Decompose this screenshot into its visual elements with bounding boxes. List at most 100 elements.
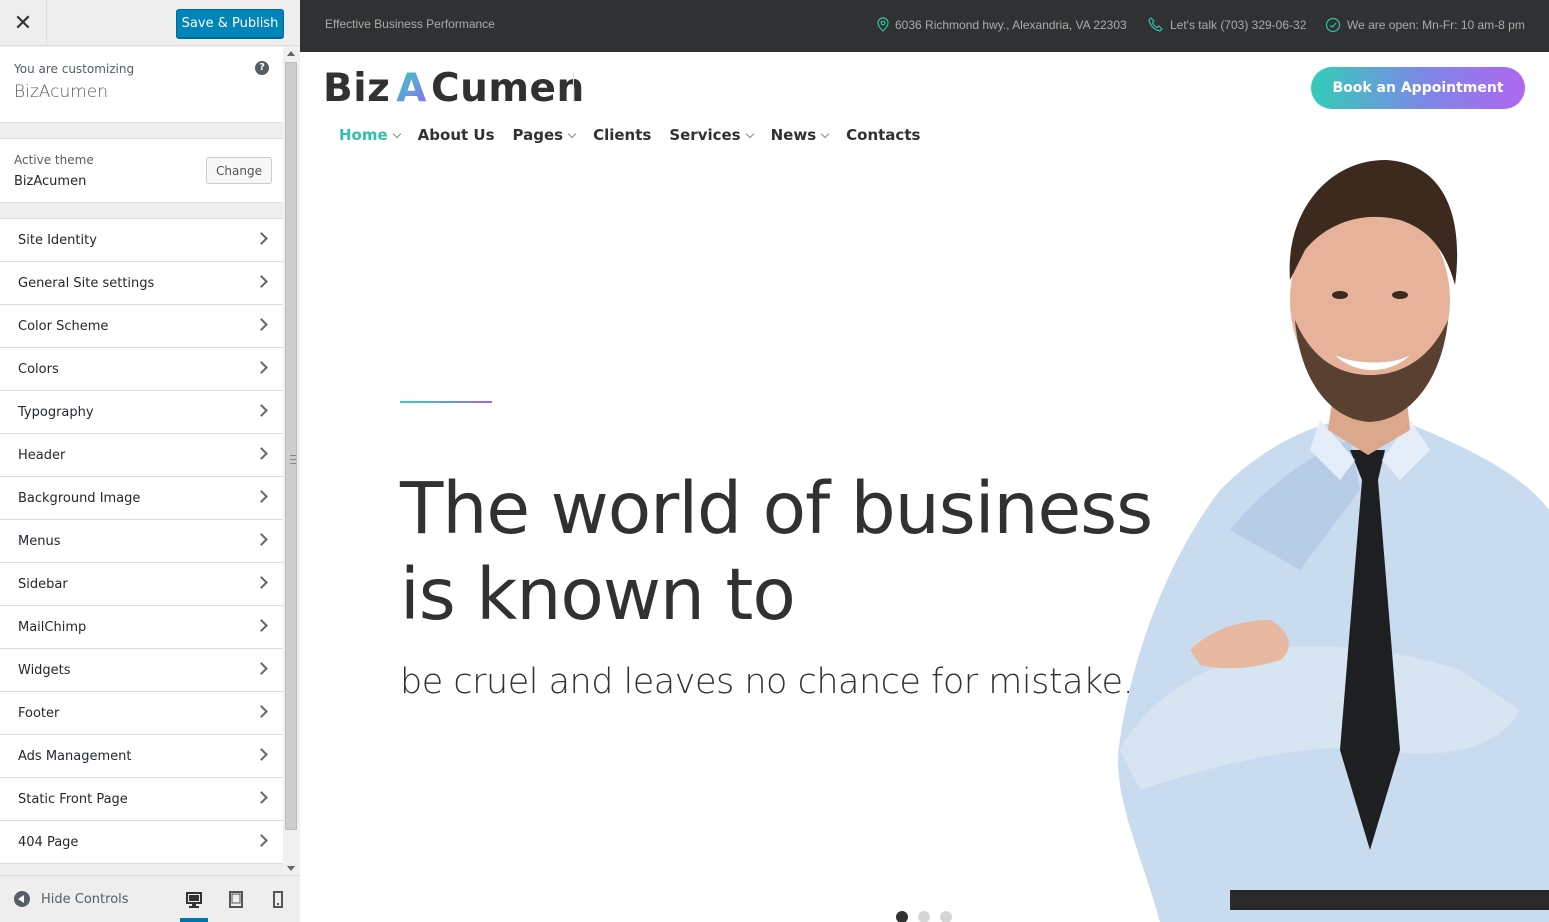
clock-icon (1325, 17, 1341, 33)
header-divider (573, 72, 574, 102)
nav-label: Pages (512, 126, 564, 144)
scroll-down-arrow-icon[interactable] (287, 866, 295, 871)
nav-label: About Us (417, 126, 495, 144)
nav-item-news[interactable]: News (770, 126, 830, 144)
save-publish-button[interactable]: Save & Publish (176, 9, 284, 38)
close-icon[interactable]: ✕ (0, 0, 47, 46)
customizer-header: ✕ Save & Publish (0, 0, 300, 46)
chevron-right-icon (255, 619, 268, 632)
preview-mobile-button[interactable] (264, 888, 292, 922)
panel-widgets[interactable]: Widgets (0, 649, 283, 692)
main-navigation: Home About Us Pages Clients Services New… (339, 126, 938, 144)
panel-label: MailChimp (18, 619, 87, 635)
tablet-icon (229, 891, 243, 908)
slider-dot-3[interactable] (940, 911, 952, 922)
panel-colors[interactable]: Colors (0, 348, 283, 391)
slider-dot-2[interactable] (918, 911, 930, 922)
chevron-down-icon (820, 129, 830, 138)
chevron-right-icon (255, 576, 268, 589)
panel-label: Menus (18, 533, 61, 549)
nav-item-about-us[interactable]: About Us (418, 126, 495, 144)
panel-label: Static Front Page (18, 791, 128, 807)
panel-label: Footer (18, 705, 60, 721)
phone-icon (1148, 17, 1163, 32)
book-appointment-button[interactable]: Book an Appointment (1311, 67, 1525, 109)
panel-list: Site Identity General Site settings Colo… (0, 218, 283, 864)
hero-businessman-image (1118, 160, 1549, 922)
panel-404-page[interactable]: 404 Page (0, 821, 283, 864)
nav-item-services[interactable]: Services (669, 126, 754, 144)
hours-text: We are open: Mn-Fr: 10 am-8 pm (1347, 18, 1525, 32)
logo-letter-a: A (396, 66, 427, 111)
panel-ads-management[interactable]: Ads Management (0, 735, 283, 778)
preview-tablet-button[interactable] (222, 888, 250, 922)
customizing-site-name: BizAcumen (14, 82, 109, 102)
logo-text-cumen: Cumen (430, 66, 585, 111)
hero-title: The world of business is known to (400, 466, 1200, 638)
hero-accent-line (400, 401, 492, 403)
customizer-sidebar: ✕ Save & Publish You are customizing Biz… (0, 0, 300, 922)
scroll-up-arrow-icon[interactable] (287, 51, 295, 56)
contact-phone[interactable]: Let's talk (703) 329-06-32 (1148, 17, 1306, 32)
logo-text-biz: Biz (323, 66, 391, 111)
panel-static-front-page[interactable]: Static Front Page (0, 778, 283, 821)
grip-icon (290, 455, 296, 464)
nav-item-contacts[interactable]: Contacts (846, 126, 920, 144)
panel-color-scheme[interactable]: Color Scheme (0, 305, 283, 348)
nav-item-home[interactable]: Home (339, 126, 401, 144)
hero-title-line-2: is known to (400, 553, 796, 636)
panel-general-site-settings[interactable]: General Site settings (0, 262, 283, 305)
preview-desktop-button[interactable] (180, 888, 208, 922)
nav-label: Home (339, 126, 388, 144)
address-text: 6036 Richmond hwy., Alexandria, VA 22303 (895, 17, 1127, 32)
hero-subtitle: be cruel and leaves no chance for mistak… (400, 662, 1134, 702)
chevron-right-icon (255, 490, 268, 503)
panel-label: Color Scheme (18, 318, 109, 334)
panel-label: Header (18, 447, 66, 463)
hero-title-line-1: The world of business (400, 467, 1153, 550)
slider-pagination (896, 911, 962, 922)
panel-site-identity[interactable]: Site Identity (0, 219, 283, 262)
chevron-right-icon (255, 662, 268, 675)
customizing-label: You are customizing (14, 62, 135, 76)
site-topbar: Effective Business Performance 6036 Rich… (300, 0, 1549, 52)
nav-label: News (770, 126, 817, 144)
panel-label: Background Image (18, 490, 141, 506)
scrollbar-thumb[interactable] (285, 62, 297, 830)
chevron-right-icon (255, 705, 268, 718)
hide-controls-button[interactable]: Hide Controls (14, 891, 129, 907)
help-icon[interactable]: ? (255, 61, 269, 75)
nav-label: Clients (593, 126, 652, 144)
change-theme-button[interactable]: Change (206, 157, 272, 184)
nav-label: Services (669, 126, 741, 144)
nav-item-clients[interactable]: Clients (593, 126, 651, 144)
chevron-right-icon (255, 275, 268, 288)
customizer-footer: Hide Controls (0, 875, 300, 922)
panel-footer[interactable]: Footer (0, 692, 283, 735)
nav-label: Contacts (846, 126, 921, 144)
phone-text: Let's talk (703) 329-06-32 (1170, 17, 1307, 32)
active-theme-section: Active theme BizAcumen Change (0, 138, 283, 203)
site-logo[interactable]: Biz A Cumen (323, 66, 585, 111)
sidebar-scrollbar[interactable] (283, 47, 300, 875)
panel-sidebar[interactable]: Sidebar (0, 563, 283, 606)
chevron-down-icon (567, 129, 577, 138)
panel-label: Site Identity (18, 232, 97, 248)
slider-dot-1[interactable] (896, 911, 908, 922)
panel-header[interactable]: Header (0, 434, 283, 477)
chevron-right-icon (255, 748, 268, 761)
panel-label: Widgets (18, 662, 71, 678)
chevron-right-icon (255, 533, 268, 546)
chevron-right-icon (255, 361, 268, 374)
chevron-right-icon (255, 834, 268, 847)
chevron-right-icon (255, 404, 268, 417)
panel-mailchimp[interactable]: MailChimp (0, 606, 283, 649)
desktop-icon (186, 892, 202, 908)
chevron-right-icon (255, 232, 268, 245)
panel-typography[interactable]: Typography (0, 391, 283, 434)
nav-item-pages[interactable]: Pages (512, 126, 577, 144)
panel-menus[interactable]: Menus (0, 520, 283, 563)
collapse-icon (14, 891, 30, 907)
panel-background-image[interactable]: Background Image (0, 477, 283, 520)
hide-controls-label: Hide Controls (41, 891, 129, 907)
